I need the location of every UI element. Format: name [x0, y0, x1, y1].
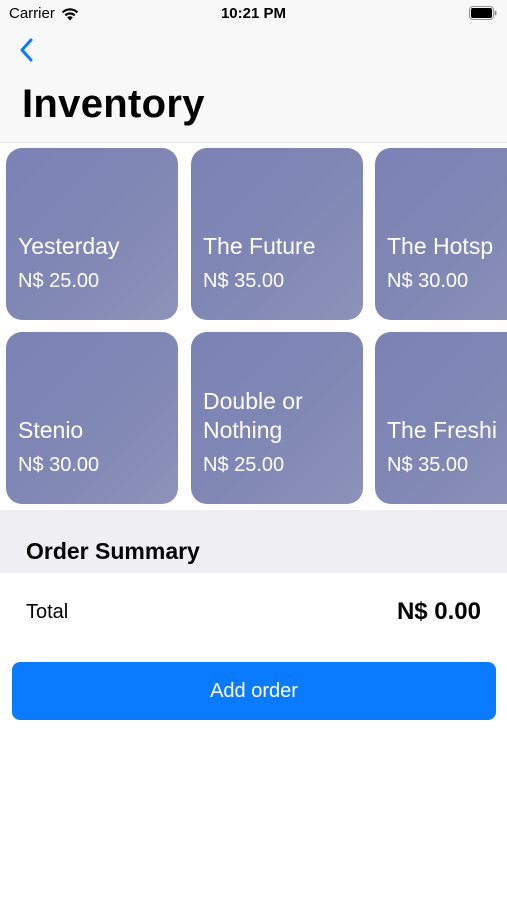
product-name: The Freshi: [387, 417, 497, 443]
product-name: Yesterday: [18, 233, 120, 259]
total-value: N$ 0.00: [396, 598, 481, 625]
product-price: N$ 35.00: [387, 454, 469, 476]
product-card[interactable]: Double or Nothing N$ 25.00: [191, 332, 363, 504]
page-title: Inventory: [22, 82, 205, 126]
product-price: N$ 35.00: [203, 270, 285, 292]
screen: Carrier 10:21 PM Inventory Yesterday N$ …: [0, 0, 507, 900]
add-order-button[interactable]: Add order: [12, 662, 496, 720]
total-label: Total: [26, 601, 69, 623]
total-row: Total N$ 0.00: [0, 573, 507, 651]
product-price: N$ 30.00: [387, 270, 469, 292]
product-name: Stenio: [18, 417, 84, 443]
status-right: [469, 6, 497, 24]
product-price: N$ 25.00: [203, 454, 285, 476]
product-card[interactable]: Stenio N$ 30.00: [6, 332, 178, 504]
product-name: The Hotsp: [387, 233, 494, 259]
product-card[interactable]: Yesterday N$ 25.00: [6, 148, 178, 320]
chevron-left-icon: [19, 38, 33, 67]
product-price: N$ 30.00: [18, 454, 100, 476]
status-time: 10:21 PM: [220, 5, 287, 22]
product-grid[interactable]: Yesterday N$ 25.00 The Future N$ 35.00 T…: [0, 143, 507, 510]
product-name: Double or Nothing: [203, 388, 303, 443]
product-card[interactable]: The Hotsp N$ 30.00: [375, 148, 507, 320]
product-price: N$ 25.00: [18, 270, 100, 292]
back-button[interactable]: [14, 38, 38, 66]
product-card[interactable]: The Future N$ 35.00: [191, 148, 363, 320]
product-card[interactable]: The Freshi N$ 35.00: [375, 332, 507, 504]
order-summary-title: Order Summary: [26, 538, 200, 564]
product-name: The Future: [203, 233, 316, 259]
battery-icon: [469, 6, 497, 20]
status-bar: Carrier 10:21 PM: [0, 0, 507, 30]
order-summary-header: Order Summary: [0, 510, 507, 573]
nav-header: Inventory: [0, 30, 507, 143]
